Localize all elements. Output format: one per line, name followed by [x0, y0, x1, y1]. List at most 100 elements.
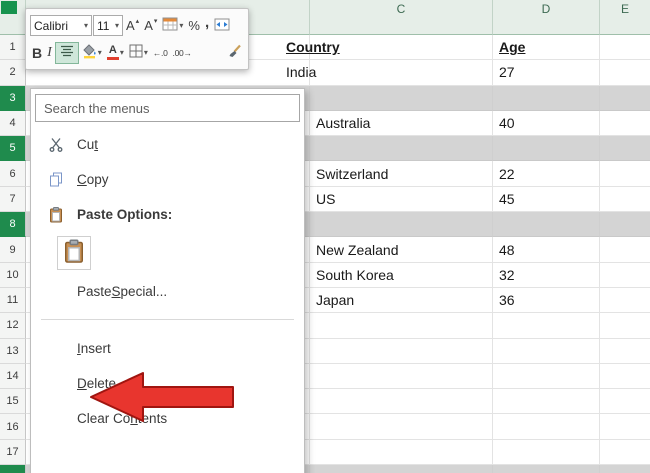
cell[interactable] — [600, 263, 650, 288]
column-header-e[interactable]: E — [600, 0, 650, 35]
row-header-2[interactable]: 2 — [0, 60, 26, 86]
cell[interactable] — [493, 212, 600, 238]
cell-age[interactable]: 27 — [493, 60, 600, 86]
cell[interactable] — [493, 313, 600, 339]
comma-style-button[interactable]: , — [203, 15, 211, 37]
font-size-select[interactable]: 11 ▾ — [93, 15, 123, 36]
cell-country[interactable]: India — [286, 60, 493, 86]
row-header-16[interactable]: 16 — [0, 414, 26, 440]
cell[interactable] — [600, 212, 650, 238]
row-header-9[interactable]: 9 — [0, 237, 26, 263]
cell[interactable] — [600, 414, 650, 440]
borders-button[interactable]: ▾ — [127, 42, 150, 64]
italic-button[interactable]: I — [45, 42, 54, 64]
cell-age[interactable]: 22 — [493, 161, 600, 187]
column-header-d[interactable]: D — [493, 0, 600, 35]
cell[interactable] — [493, 363, 600, 390]
row-header-7[interactable]: 7 — [0, 186, 26, 213]
cell[interactable] — [600, 35, 650, 61]
cell[interactable] — [600, 389, 650, 415]
row-header-1[interactable]: 1 — [0, 35, 26, 61]
menu-item-insert[interactable]: Insert — [31, 331, 304, 366]
cell[interactable] — [600, 85, 650, 111]
decrease-decimal-button[interactable]: .00→ — [171, 42, 194, 64]
row-header-12[interactable]: 12 — [0, 313, 26, 339]
search-input[interactable] — [35, 94, 300, 122]
bold-button[interactable]: B — [30, 42, 44, 64]
percent-style-button[interactable]: % — [186, 15, 202, 37]
cell[interactable] — [600, 313, 650, 339]
cell[interactable] — [310, 414, 493, 440]
cell[interactable] — [600, 237, 650, 263]
cell[interactable] — [310, 465, 493, 473]
cell[interactable] — [310, 313, 493, 339]
cell-age-header[interactable]: Age — [493, 35, 600, 61]
cell-country[interactable]: Switzerland — [310, 161, 493, 187]
cell[interactable] — [600, 440, 650, 466]
cell-country-header[interactable]: Country — [286, 35, 493, 61]
cell[interactable] — [600, 339, 650, 364]
cell[interactable] — [493, 389, 600, 415]
cell[interactable] — [493, 465, 600, 473]
cell[interactable] — [493, 338, 600, 364]
row-header-10[interactable]: 10 — [0, 262, 26, 288]
cell-country[interactable]: South Korea — [310, 262, 493, 288]
cell-country[interactable]: Japan — [310, 287, 493, 314]
cell[interactable] — [600, 111, 650, 137]
cell-age[interactable]: 32 — [493, 262, 600, 288]
row-header-8[interactable]: 8 — [0, 212, 26, 238]
cell-age[interactable]: 48 — [493, 237, 600, 263]
row-header-6[interactable]: 6 — [0, 161, 26, 187]
cell-age[interactable]: 45 — [493, 186, 600, 213]
row-header-11[interactable]: 11 — [0, 287, 26, 314]
cell[interactable] — [600, 136, 650, 162]
fill-color-button[interactable]: ▾ — [80, 42, 104, 64]
row-header-3[interactable]: 3 — [0, 85, 26, 111]
font-name-select[interactable]: Calibri ▾ — [30, 15, 92, 36]
cell[interactable] — [493, 414, 600, 440]
row-header-14[interactable]: 14 — [0, 363, 26, 390]
menu-item-paste-special[interactable]: Paste Special... — [31, 274, 304, 309]
format-as-table-button[interactable]: ▾ — [160, 15, 185, 37]
column-header-c[interactable]: C — [310, 0, 493, 35]
cell[interactable] — [600, 288, 650, 314]
cell-age[interactable]: 40 — [493, 110, 600, 137]
cell[interactable] — [493, 439, 600, 466]
cell[interactable] — [600, 364, 650, 390]
cell[interactable] — [493, 136, 600, 162]
cell[interactable] — [600, 161, 650, 187]
menu-item-copy[interactable]: Copy — [31, 162, 304, 197]
cell-country[interactable]: New Zealand — [310, 237, 493, 263]
cell-country[interactable]: Australia — [310, 110, 493, 137]
increase-decimal-button[interactable]: ←.0 — [151, 42, 170, 64]
row-number: 3 — [9, 91, 16, 104]
merge-center-button[interactable] — [212, 15, 232, 37]
cell[interactable] — [493, 85, 600, 111]
font-color-button[interactable]: A ▾ — [105, 42, 126, 64]
select-all-corner[interactable] — [0, 0, 26, 35]
row-header-17[interactable]: 17 — [0, 439, 26, 466]
cell[interactable] — [600, 187, 650, 213]
row-header-15[interactable]: 15 — [0, 389, 26, 415]
cell[interactable] — [310, 338, 493, 364]
row-header-5[interactable]: 5 — [0, 136, 26, 162]
cell[interactable] — [310, 212, 493, 238]
cell[interactable] — [310, 136, 493, 162]
cell[interactable] — [600, 60, 650, 86]
paste-button[interactable] — [57, 236, 91, 270]
cell[interactable] — [600, 465, 650, 473]
row-header-4[interactable]: 4 — [0, 110, 26, 137]
cell[interactable] — [310, 389, 493, 415]
menu-item-cut[interactable]: Cu t — [31, 127, 304, 162]
cell[interactable] — [310, 439, 493, 466]
center-align-button[interactable] — [54, 41, 79, 64]
cell[interactable] — [310, 363, 493, 390]
row-header-13[interactable]: 13 — [0, 338, 26, 364]
cell-age[interactable]: 36 — [493, 287, 600, 314]
shrink-font-button[interactable]: A ▾ — [142, 15, 159, 37]
format-painter-button[interactable] — [225, 42, 244, 64]
grow-font-button[interactable]: A ▴ — [124, 15, 141, 37]
row-header-18[interactable] — [0, 465, 26, 473]
cell[interactable] — [310, 85, 493, 111]
cell-country[interactable]: US — [310, 186, 493, 213]
